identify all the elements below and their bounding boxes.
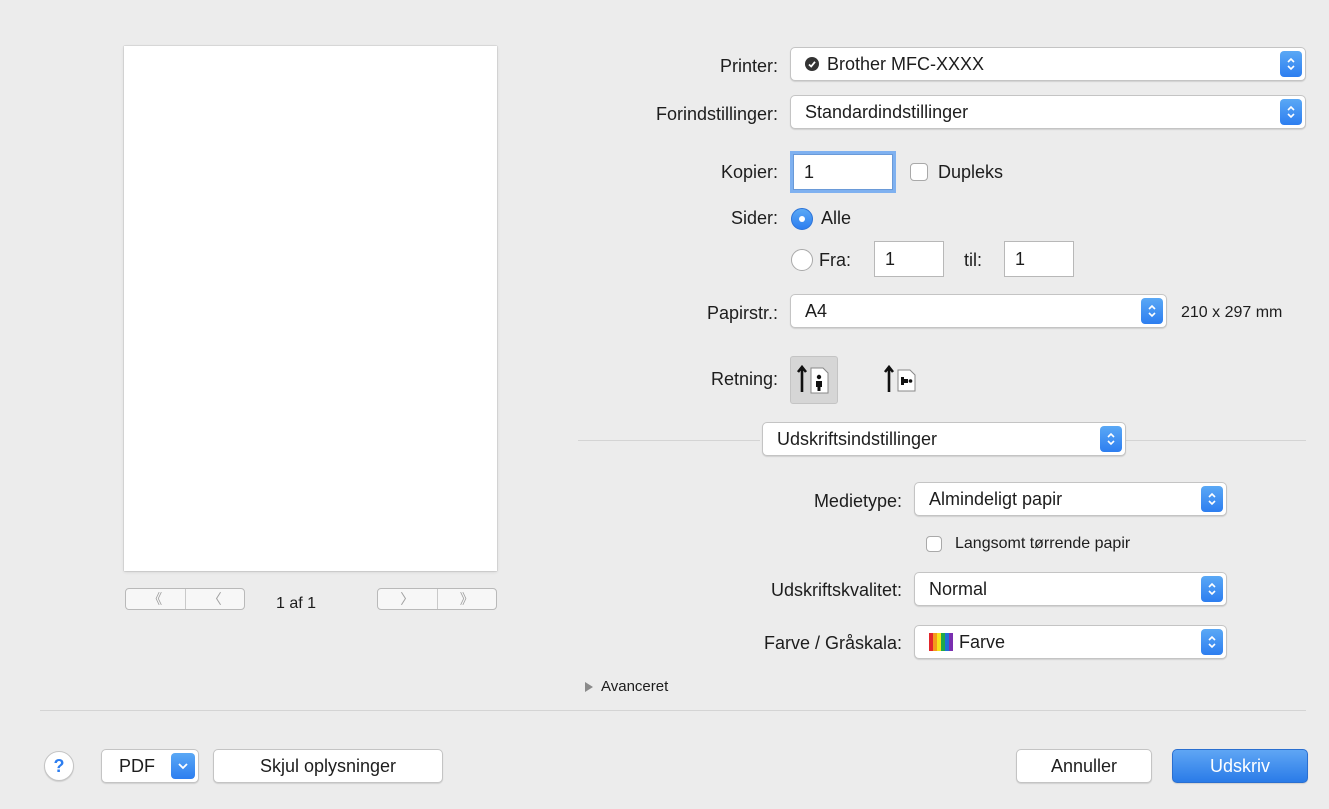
pages-all-radio[interactable]	[791, 208, 813, 230]
help-button[interactable]: ?	[44, 751, 74, 781]
quality-stepper-icon	[1201, 576, 1223, 602]
preview-forward-nav: 〉 》	[377, 588, 497, 610]
pages-to-value: 1	[1015, 248, 1026, 269]
pages-to-label: til:	[964, 250, 982, 270]
last-page-button[interactable]: 》	[436, 589, 497, 609]
presets-label: Forindstillinger:	[655, 104, 778, 124]
pages-to-input[interactable]: 1	[1004, 241, 1074, 277]
printer-label: Printer:	[719, 56, 778, 76]
printer-status-icon	[805, 57, 819, 71]
first-page-button[interactable]: 《	[126, 589, 185, 609]
media-type-label: Medietype:	[813, 491, 902, 511]
landscape-orientation-button[interactable]	[877, 356, 925, 404]
pdf-menu-chevron-icon	[171, 753, 195, 779]
portrait-icon	[796, 364, 829, 394]
help-icon: ?	[53, 755, 65, 776]
section-stepper-icon	[1100, 426, 1122, 452]
preview-back-nav: 《 〈	[125, 588, 245, 610]
hide-details-label: Skjul oplysninger	[259, 755, 397, 776]
quality-value: Normal	[929, 578, 988, 599]
next-page-button[interactable]: 〉	[378, 589, 437, 609]
media-type-popup[interactable]: Almindeligt papir	[914, 482, 1227, 516]
paper-size-stepper-icon	[1141, 298, 1163, 324]
quality-label: Udskriftskvalitet:	[770, 580, 902, 600]
landscape-icon	[883, 364, 916, 392]
media-type-stepper-icon	[1201, 486, 1223, 512]
copies-label: Kopier:	[720, 162, 778, 182]
page-counter: 1 af 1	[276, 595, 317, 612]
section-value: Udskriftsindstillinger	[777, 428, 938, 449]
paper-size-value: A4	[805, 300, 828, 321]
color-stepper-icon	[1201, 629, 1223, 655]
paper-size-popup[interactable]: A4	[790, 294, 1167, 328]
paper-dimensions: 210 x 297 mm	[1181, 304, 1283, 321]
section-divider-right	[1126, 440, 1306, 441]
slow-drying-checkbox[interactable]	[926, 536, 942, 552]
duplex-label: Dupleks	[938, 162, 1004, 182]
pdf-button[interactable]: PDF	[101, 749, 199, 783]
section-popup[interactable]: Udskriftsindstillinger	[762, 422, 1126, 456]
pages-all-label: Alle	[821, 208, 852, 228]
color-swatch-icon	[929, 633, 953, 651]
presets-popup[interactable]: Standardindstillinger	[790, 95, 1306, 129]
duplex-checkbox[interactable]	[910, 163, 928, 181]
print-button[interactable]: Udskriv	[1172, 749, 1308, 783]
quality-popup[interactable]: Normal	[914, 572, 1227, 606]
advanced-label: Avanceret	[601, 678, 669, 695]
print-label: Udskriv	[1209, 755, 1270, 776]
pages-range-radio[interactable]	[791, 249, 813, 271]
pdf-label: PDF	[119, 755, 155, 776]
color-label: Farve / Gråskala:	[763, 633, 902, 653]
color-value: Farve	[959, 631, 1006, 652]
advanced-disclosure[interactable]: Avanceret	[583, 678, 668, 695]
copies-value: 1	[804, 161, 815, 182]
footer-divider	[40, 710, 1306, 711]
disclosure-triangle-icon	[585, 681, 593, 692]
cancel-label: Annuller	[1050, 755, 1118, 776]
previous-page-button[interactable]: 〈	[184, 589, 245, 609]
presets-stepper-icon	[1280, 99, 1302, 125]
printer-stepper-icon	[1280, 51, 1302, 77]
cancel-button[interactable]: Annuller	[1016, 749, 1152, 783]
pages-from-label: Fra:	[819, 250, 852, 270]
color-popup[interactable]: Farve	[914, 625, 1227, 659]
printer-popup[interactable]: Brother MFC-XXXX	[790, 47, 1306, 81]
copies-input[interactable]: 1	[790, 151, 896, 193]
hide-details-button[interactable]: Skjul oplysninger	[213, 749, 443, 783]
slow-drying-label: Langsomt tørrende papir	[955, 535, 1131, 552]
media-type-value: Almindeligt papir	[929, 488, 1063, 509]
pages-from-input[interactable]: 1	[874, 241, 944, 277]
page-preview	[124, 46, 497, 571]
section-divider-left	[578, 440, 760, 441]
printer-value: Brother MFC-XXXX	[827, 53, 985, 74]
portrait-orientation-button[interactable]	[790, 356, 838, 404]
pages-from-value: 1	[885, 248, 896, 269]
presets-value: Standardindstillinger	[805, 101, 969, 122]
orientation-label: Retning:	[710, 369, 778, 389]
pages-label: Sider:	[730, 208, 778, 228]
paper-size-label: Papirstr.:	[706, 303, 778, 323]
